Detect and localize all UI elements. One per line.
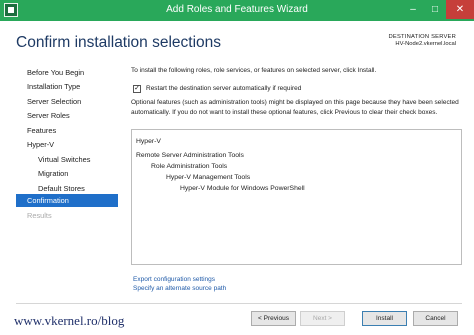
wizard-window: Add Roles and Features Wizard – □ ✕ Conf…: [0, 0, 474, 335]
page-title: Confirm installation selections: [16, 34, 222, 51]
feature-item: Hyper-V: [136, 138, 161, 145]
watermark: www.vkernel.ro/blog: [14, 313, 125, 328]
nav-item-default-stores[interactable]: Default Stores: [16, 182, 118, 195]
destination-server-value: HV-Node2.vkernel.local: [395, 41, 456, 47]
nav-item-virtual-switches[interactable]: Virtual Switches: [16, 153, 118, 166]
export-configuration-link[interactable]: Export configuration settings: [133, 276, 215, 283]
footer-separator: [16, 303, 462, 304]
close-button[interactable]: ✕: [446, 0, 474, 19]
nav-item-migration[interactable]: Migration: [16, 167, 118, 180]
title-bar[interactable]: Add Roles and Features Wizard – □ ✕: [0, 0, 474, 21]
nav-item-results: Results: [27, 210, 52, 220]
feature-item: Hyper-V Module for Windows PowerShell: [180, 185, 305, 192]
restart-checkbox[interactable]: ✓: [133, 85, 141, 93]
install-button[interactable]: Install: [362, 311, 407, 326]
nav-item-before-you-begin[interactable]: Before You Begin: [16, 66, 118, 79]
nav-item-confirmation[interactable]: Confirmation: [16, 194, 118, 207]
nav-item-server-selection[interactable]: Server Selection: [16, 95, 118, 108]
maximize-button[interactable]: □: [424, 0, 446, 19]
destination-server-label: DESTINATION SERVER: [388, 34, 456, 40]
feature-item: Remote Server Administration Tools: [136, 152, 244, 159]
cancel-button[interactable]: Cancel: [413, 311, 458, 326]
restart-checkbox-label[interactable]: Restart the destination server automatic…: [146, 85, 301, 92]
previous-button[interactable]: < Previous: [251, 311, 296, 326]
nav-item-installation-type[interactable]: Installation Type: [16, 80, 118, 93]
feature-item: Role Administration Tools: [151, 163, 228, 170]
nav-item-features[interactable]: Features: [16, 124, 118, 137]
nav-item-server-roles[interactable]: Server Roles: [16, 109, 118, 122]
next-button: Next >: [300, 311, 345, 326]
features-list[interactable]: Hyper-V Remote Server Administration Too…: [131, 129, 462, 265]
feature-item: Hyper-V Management Tools: [166, 174, 251, 181]
nav-item-hyper-v[interactable]: Hyper-V: [16, 138, 118, 151]
minimize-button[interactable]: –: [402, 0, 424, 19]
alternate-source-link[interactable]: Specify an alternate source path: [133, 285, 226, 292]
intro-text: To install the following roles, role ser…: [131, 67, 377, 74]
optional-features-note: Optional features (such as administratio…: [131, 99, 459, 116]
